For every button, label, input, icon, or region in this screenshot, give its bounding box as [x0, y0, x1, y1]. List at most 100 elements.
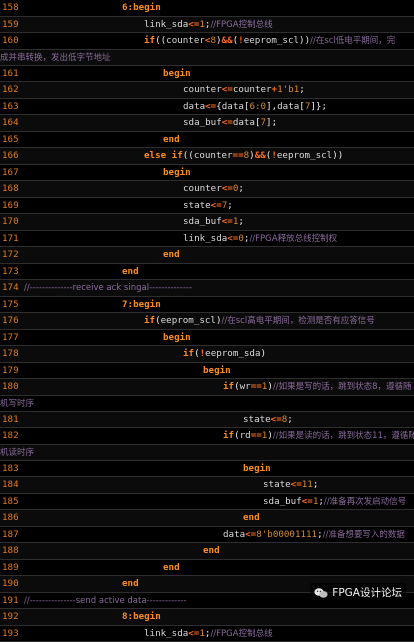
line-number: 190	[2, 576, 28, 592]
code-token: ))	[299, 35, 310, 46]
code-text: end	[163, 247, 180, 263]
code-token: end	[163, 249, 180, 260]
code-text: end	[163, 132, 180, 148]
code-line: 1928:begin	[0, 609, 414, 626]
code-text: state<=11;	[263, 477, 318, 493]
code-text: if((counter<8)&&(!eeprom_scl))//在scl低电平期…	[144, 33, 395, 50]
line-number: 166	[2, 148, 28, 164]
code-text: 8:begin	[122, 609, 161, 625]
code-line: 170sda_buf<=1;	[0, 214, 414, 231]
code-token: sda_buf	[263, 496, 302, 507]
line-number: 175	[2, 297, 28, 313]
code-token: state	[243, 414, 271, 425]
code-text: end	[243, 510, 260, 526]
code-token: <=	[227, 233, 238, 244]
code-token: link_sda	[183, 233, 227, 244]
code-token: state	[263, 479, 291, 490]
code-text: begin	[203, 363, 231, 379]
line-number: 177	[2, 330, 28, 346]
line-number: 165	[2, 132, 28, 148]
code-token: begin	[203, 365, 231, 376]
line-number: 171	[2, 231, 28, 247]
code-token: <=	[222, 84, 233, 95]
code-token: <=	[302, 496, 313, 507]
code-text: begin	[163, 66, 191, 82]
code-line: 173 end	[0, 264, 414, 281]
code-token: 机写时序	[0, 399, 34, 409]
code-line: 177begin	[0, 330, 414, 347]
code-token: data	[183, 101, 205, 112]
code-token: end	[122, 266, 139, 277]
code-token: ((	[183, 150, 194, 161]
code-token: ==	[251, 381, 262, 392]
code-line: 183begin	[0, 461, 414, 478]
code-token: counter	[194, 150, 233, 161]
code-text: 机读时序	[0, 445, 34, 461]
code-token: 8:begin	[122, 611, 161, 622]
code-text: 6:begin	[122, 0, 161, 16]
watermark-text: FPGA设计论坛	[332, 585, 402, 600]
line-number: 168	[2, 181, 28, 197]
code-token: counter	[166, 35, 205, 46]
code-token: //---------------send active data-------…	[24, 596, 186, 606]
line-number: 176	[2, 313, 28, 329]
code-token: counter	[183, 84, 222, 95]
line-number: 188	[2, 543, 28, 559]
line-number: 184	[2, 477, 28, 493]
code-line: 172end	[0, 247, 414, 264]
code-line: 182if(rd==1)//如果是读的话，跳到状态11，遵循随	[0, 428, 414, 445]
code-text: state<=8;	[243, 412, 293, 428]
code-token: <=	[211, 200, 222, 211]
line-number: 164	[2, 115, 28, 131]
code-line: 181 state<=8;	[0, 412, 414, 429]
code-token: eeprom_scl	[244, 35, 299, 46]
code-token: 8'b00001111	[256, 529, 317, 540]
code-token: <=	[222, 216, 233, 227]
code-text: 7:begin	[122, 297, 161, 313]
code-text: if(wr==1)//如果是写的话，跳到状态8，遵循随	[223, 379, 412, 396]
code-line: 185sda_buf<=1;//准备再次发启动信号	[0, 494, 414, 511]
code-token: else if	[144, 150, 183, 161]
code-line-continuation: 成并串转换，发出低字节地址	[0, 50, 414, 66]
code-line: 184 state<=11;	[0, 477, 414, 494]
code-line: 174//--------------receive ack singal---…	[0, 280, 414, 297]
code-token: 1'b1	[277, 84, 299, 95]
line-number: 185	[2, 494, 28, 510]
code-token: sda_buf	[183, 117, 222, 128]
code-token: <=	[291, 479, 302, 490]
watermark: FPGA设计论坛	[310, 583, 406, 602]
code-text: if(eeprom_scl)//在scl高电平期间，检测是否有应答信号	[144, 313, 375, 330]
code-text: data<=8'b00001111;//准备想要写入的数据	[223, 527, 405, 544]
code-text: end	[203, 543, 220, 559]
line-number: 167	[2, 165, 28, 181]
code-text: data<={data[6:0],data[7]};	[183, 99, 327, 115]
code-token: ;	[299, 84, 305, 95]
line-number: 182	[2, 428, 28, 444]
line-number: 173	[2, 264, 28, 280]
line-number: 169	[2, 198, 28, 214]
code-token: data	[233, 117, 255, 128]
code-token: ;	[227, 200, 233, 211]
code-token: ==	[233, 150, 244, 161]
line-number: 187	[2, 527, 28, 543]
line-number: 181	[2, 412, 28, 428]
code-line: 187 data<=8'b00001111;//准备想要写入的数据	[0, 527, 414, 544]
code-text: 成并串转换，发出低字节地址	[0, 50, 111, 66]
code-line-continuation: 机写时序	[0, 396, 414, 412]
code-text: counter<=counter+1'b1;	[183, 82, 305, 98]
code-token: if	[223, 430, 234, 441]
line-number: 193	[2, 626, 28, 642]
code-token: 11	[302, 479, 313, 490]
code-token: if	[144, 315, 155, 326]
code-token: <=	[271, 414, 282, 425]
code-line: 176 if(eeprom_scl)//在scl高电平期间，检测是否有应答信号	[0, 313, 414, 330]
code-token: ;	[238, 216, 244, 227]
code-token: <=	[188, 628, 199, 639]
code-text: 机写时序	[0, 396, 34, 412]
code-line: 1586:begin	[0, 0, 414, 17]
line-number: 162	[2, 82, 28, 98]
code-token: //如果是读的话，跳到状态11，遵循随	[273, 431, 414, 441]
code-token: //准备再次发启动信号	[324, 497, 406, 507]
code-token: //FPGA控制总线	[210, 629, 272, 639]
code-token: ]};	[310, 101, 327, 112]
